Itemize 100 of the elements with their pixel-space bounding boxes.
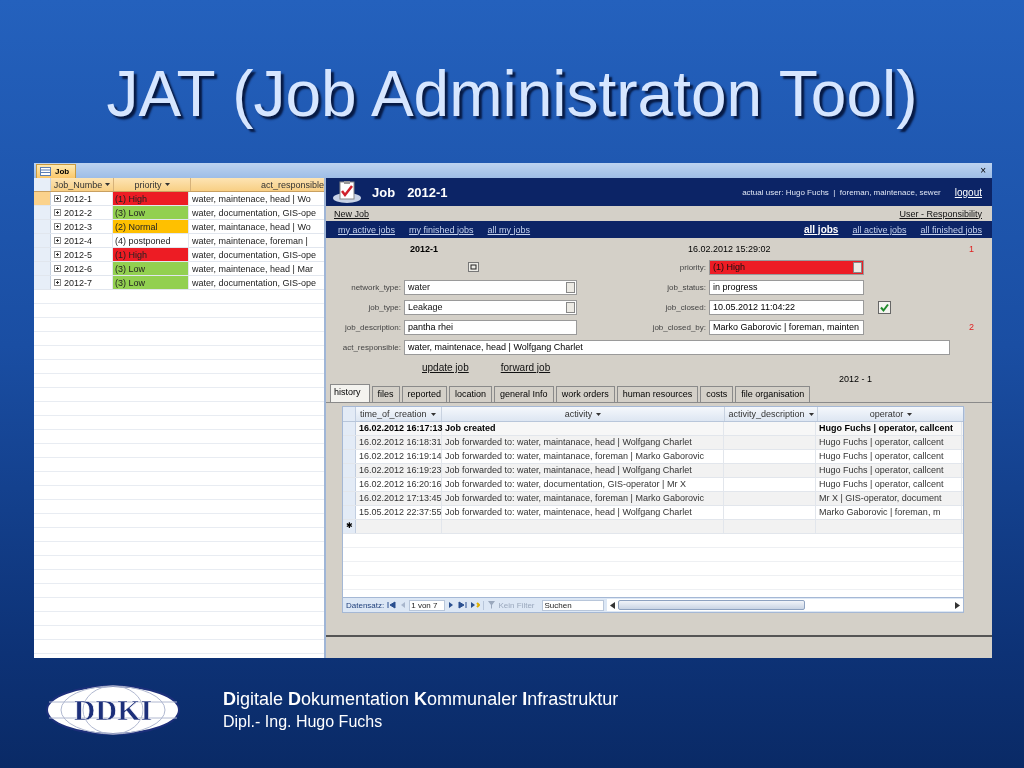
tab[interactable]: location bbox=[449, 386, 493, 402]
document-tab[interactable]: Job bbox=[36, 164, 77, 178]
nav-link[interactable]: my finished jobs bbox=[409, 224, 474, 235]
tab[interactable]: work orders bbox=[555, 386, 615, 402]
author-name: Dipl.- Ing. Hugo Fuchs bbox=[223, 712, 384, 732]
action-link[interactable]: update job bbox=[422, 362, 469, 373]
table-cell: 2012-1 bbox=[64, 192, 93, 205]
table-cell: Hugo Fuchs | operator, callcent bbox=[816, 450, 962, 463]
table-cell: 2012-2 bbox=[64, 206, 93, 219]
responsibility-link[interactable]: User - Responsibility bbox=[899, 208, 982, 219]
priority-cell: (2) Normal bbox=[113, 220, 189, 233]
nav-link[interactable]: all finished jobs bbox=[920, 224, 982, 235]
table-cell: 16.02.2012 16:20:16 bbox=[356, 478, 442, 491]
input-field[interactable]: in progress bbox=[709, 279, 864, 295]
input-field[interactable]: pantha rhei bbox=[404, 319, 577, 335]
column-header[interactable]: act_responsible bbox=[191, 178, 327, 191]
tab[interactable]: file organisation bbox=[735, 386, 811, 402]
marker-label: 2 bbox=[969, 322, 974, 332]
job-code: 2012 - 1 bbox=[838, 374, 872, 384]
field-label: job_type: bbox=[367, 302, 402, 312]
form-title: Job bbox=[372, 184, 396, 200]
column-header[interactable]: priority bbox=[134, 179, 162, 190]
table-cell: 2012-3 bbox=[64, 220, 93, 233]
priority-cell: (1) High bbox=[113, 248, 189, 261]
dropdown-arrow-icon[interactable] bbox=[164, 183, 170, 186]
table-cell: 15.05.2012 22:37:55 bbox=[356, 506, 442, 519]
table-cell: Hugo Fuchs | operator, callcent bbox=[816, 436, 962, 449]
dropdown-field[interactable]: Leakage bbox=[404, 299, 577, 315]
table-cell: 16.02.2012 16:17:13 bbox=[356, 422, 442, 435]
table-cell: 2012-5 bbox=[64, 248, 93, 261]
field-label: priority: bbox=[678, 262, 707, 272]
record-position-field[interactable]: 1 von 7 bbox=[409, 599, 445, 611]
column-header[interactable]: time_of_creation bbox=[360, 409, 427, 419]
dropdown-arrow-icon[interactable] bbox=[808, 412, 814, 416]
expand-icon[interactable] bbox=[54, 195, 61, 202]
record-button-icon[interactable] bbox=[468, 262, 479, 272]
column-header[interactable]: activity_description bbox=[728, 409, 805, 419]
company-logo: DDKI bbox=[45, 684, 181, 736]
organization-name: Digitale Dokumentation Kommunaler Infrastruktur bbox=[223, 688, 619, 711]
expand-icon[interactable] bbox=[54, 237, 61, 244]
search-field[interactable]: Suchen bbox=[541, 599, 604, 611]
tab[interactable]: human resources bbox=[616, 386, 699, 402]
nav-link[interactable]: all jobs bbox=[803, 224, 839, 235]
table-cell: Job forwarded to: water, maintanace, head | Wolfgang Charlet bbox=[442, 436, 724, 449]
table-cell: Job created bbox=[442, 422, 724, 435]
dropdown-arrow-icon[interactable] bbox=[430, 412, 436, 416]
job-number: 2012-1 bbox=[407, 184, 448, 200]
input-field[interactable]: water, maintenace, head | Wolfgang Charlet bbox=[404, 339, 950, 355]
tab[interactable]: general Info bbox=[494, 386, 554, 402]
table-cell: Job forwarded to: water, maintanace, foreman | Marko Gaborovic bbox=[442, 492, 724, 505]
tab[interactable]: history bbox=[330, 384, 370, 402]
new-record-marker: ✱ bbox=[343, 520, 356, 533]
column-header[interactable]: activity bbox=[564, 409, 593, 419]
new-record-icon[interactable] bbox=[469, 601, 480, 609]
user-info: actual user: Hugo Fuchs | foreman, maintenace, sewer bbox=[742, 187, 941, 197]
expand-icon[interactable] bbox=[54, 223, 61, 230]
dropdown-field[interactable]: (1) High bbox=[709, 259, 864, 275]
creation-date: 16.02.2012 15:29:02 bbox=[688, 244, 771, 254]
scroll-left-icon[interactable] bbox=[609, 601, 615, 609]
select-all-cell[interactable] bbox=[34, 178, 51, 191]
scroll-right-icon[interactable] bbox=[955, 601, 960, 609]
next-record-icon[interactable] bbox=[447, 601, 455, 609]
input-field[interactable]: 10.05.2012 11:04:22 bbox=[709, 299, 864, 315]
table-cell: Hugo Fuchs | operator, callcent bbox=[816, 464, 962, 477]
last-record-icon[interactable] bbox=[457, 601, 467, 609]
priority-cell: (3) Low bbox=[113, 206, 189, 219]
tab[interactable]: files bbox=[371, 386, 400, 402]
new-job-link[interactable]: New Job bbox=[334, 208, 369, 219]
input-field[interactable]: Marko Gaborovic | foreman, mainten bbox=[709, 319, 864, 335]
action-link[interactable]: forward job bbox=[500, 362, 551, 373]
horizontal-scrollbar[interactable] bbox=[606, 599, 963, 611]
tab[interactable]: reported bbox=[401, 386, 448, 402]
expand-icon[interactable] bbox=[54, 265, 61, 272]
nav-link[interactable]: all active jobs bbox=[852, 224, 907, 235]
dropdown-field[interactable]: water bbox=[404, 279, 577, 295]
dropdown-arrow-icon[interactable] bbox=[907, 412, 913, 416]
table-cell: Job forwarded to: water, maintenace, head | Wolfgang Charlet bbox=[442, 506, 724, 519]
checkbox[interactable] bbox=[877, 300, 891, 314]
field-label: job_status: bbox=[666, 282, 707, 292]
select-all-cell[interactable] bbox=[343, 407, 356, 421]
nav-link[interactable]: my active jobs bbox=[338, 224, 396, 235]
field-label: job_description: bbox=[343, 322, 402, 332]
table-cell: 2012-6 bbox=[64, 262, 93, 275]
nav-link[interactable]: all my jobs bbox=[487, 224, 531, 235]
expand-icon[interactable] bbox=[54, 251, 61, 258]
table-cell: Mr X | GIS-operator, document bbox=[816, 492, 962, 505]
logout-link[interactable]: logout bbox=[954, 186, 982, 198]
column-header[interactable]: Job_Numbe bbox=[53, 179, 103, 190]
column-header[interactable]: operator bbox=[869, 409, 904, 419]
expand-icon[interactable] bbox=[54, 209, 61, 216]
tab[interactable]: costs bbox=[700, 386, 734, 402]
dropdown-arrow-icon[interactable] bbox=[105, 183, 111, 186]
expand-icon[interactable] bbox=[54, 279, 61, 286]
table-cell: Marko Gaborovic | foreman, m bbox=[816, 506, 962, 519]
close-button[interactable]: × bbox=[980, 165, 986, 176]
job-number: 2012-1 bbox=[410, 244, 439, 254]
dropdown-arrow-icon[interactable] bbox=[596, 412, 602, 416]
first-record-icon[interactable] bbox=[387, 601, 397, 609]
marker-label: 1 bbox=[969, 244, 974, 254]
table-cell: 16.02.2012 16:19:14 bbox=[356, 450, 442, 463]
